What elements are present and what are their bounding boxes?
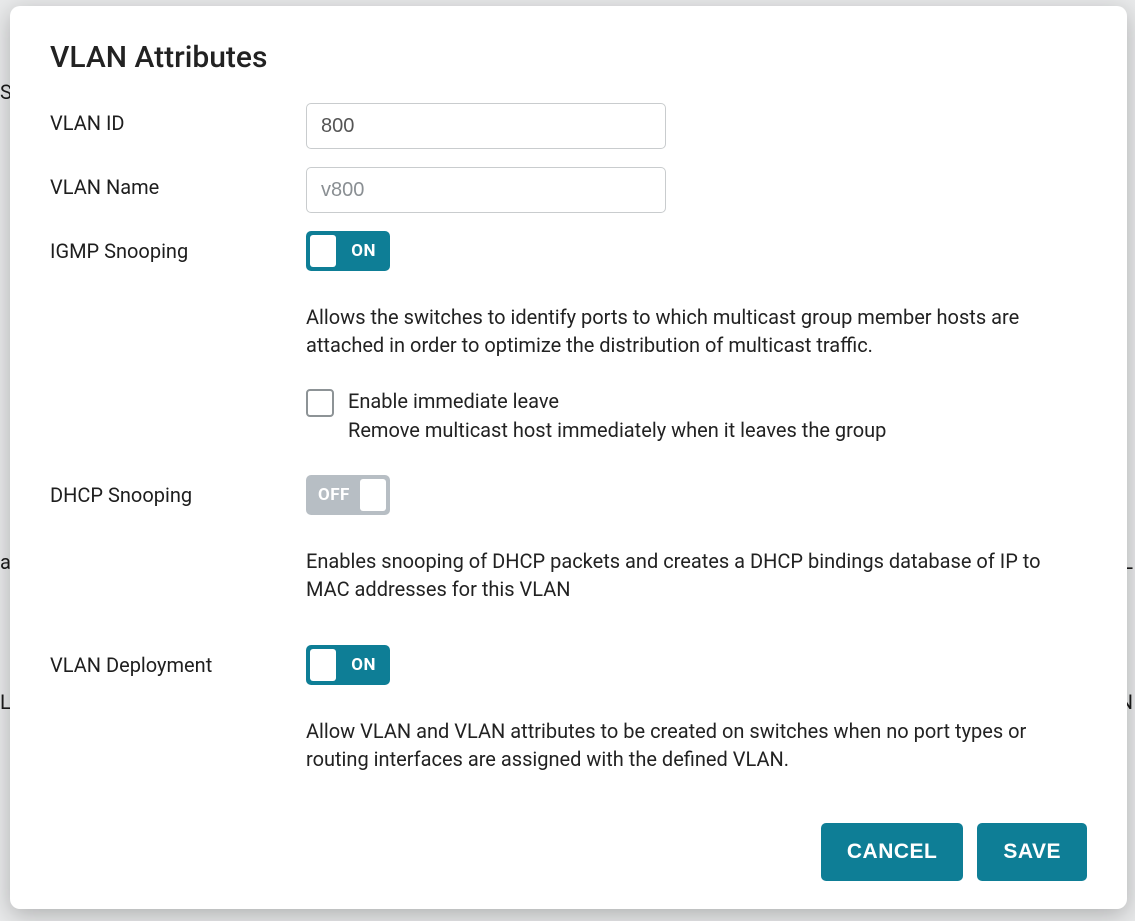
- label-vlan-name: VLAN Name: [50, 167, 306, 199]
- dhcp-snooping-help: Enables snooping of DHCP packets and cre…: [306, 547, 1087, 603]
- label-igmp-snooping: IGMP Snooping: [50, 231, 306, 263]
- label-vlan-id: VLAN ID: [50, 103, 306, 135]
- vlan-attributes-modal: VLAN Attributes VLAN ID VLAN Name IGMP S…: [10, 6, 1127, 909]
- toggle-knob: [360, 479, 386, 511]
- cancel-button[interactable]: CANCEL: [821, 823, 964, 881]
- igmp-snooping-help: Allows the switches to identify ports to…: [306, 303, 1087, 359]
- modal-title: VLAN Attributes: [50, 40, 1087, 75]
- igmp-snooping-toggle[interactable]: ON: [306, 231, 390, 271]
- immediate-leave-option: Enable immediate leave Remove multicast …: [306, 387, 1087, 445]
- immediate-leave-label: Enable immediate leave: [348, 387, 886, 416]
- label-vlan-deployment: VLAN Deployment: [50, 645, 306, 677]
- toggle-knob: [310, 649, 336, 681]
- row-vlan-id: VLAN ID: [50, 103, 1087, 149]
- vlan-deployment-help: Allow VLAN and VLAN attributes to be cre…: [306, 717, 1087, 773]
- save-button[interactable]: SAVE: [977, 823, 1087, 881]
- row-igmp-snooping: IGMP Snooping ON Allows the switches to …: [50, 231, 1087, 445]
- immediate-leave-checkbox[interactable]: [306, 389, 334, 417]
- row-vlan-deployment: VLAN Deployment ON Allow VLAN and VLAN a…: [50, 645, 1087, 773]
- toggle-on-label: ON: [351, 655, 376, 675]
- row-dhcp-snooping: DHCP Snooping OFF Enables snooping of DH…: [50, 475, 1087, 603]
- modal-footer: CANCEL SAVE: [50, 823, 1087, 881]
- row-vlan-name: VLAN Name: [50, 167, 1087, 213]
- vlan-name-input[interactable]: [306, 167, 666, 213]
- immediate-leave-help: Remove multicast host immediately when i…: [348, 416, 886, 445]
- dhcp-snooping-toggle[interactable]: OFF: [306, 475, 390, 515]
- form-area: VLAN ID VLAN Name IGMP Snooping ON Allow…: [50, 103, 1087, 803]
- vlan-deployment-toggle[interactable]: ON: [306, 645, 390, 685]
- toggle-off-label: OFF: [318, 485, 350, 505]
- vlan-id-input[interactable]: [306, 103, 666, 149]
- toggle-knob: [310, 235, 336, 267]
- label-dhcp-snooping: DHCP Snooping: [50, 475, 306, 507]
- toggle-on-label: ON: [351, 241, 376, 261]
